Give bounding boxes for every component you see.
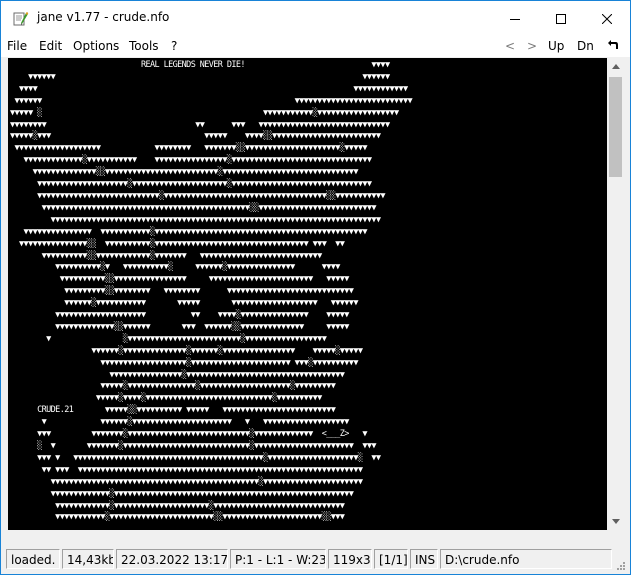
minimize-icon	[510, 9, 520, 28]
close-icon	[601, 9, 613, 28]
status-state: loaded.	[6, 549, 60, 569]
nav-down-button[interactable]: Dn	[577, 39, 594, 53]
maximize-button[interactable]	[538, 1, 584, 35]
menu-options[interactable]: Options	[73, 39, 119, 53]
status-page: [1/1]	[374, 549, 408, 569]
status-bar: loaded. 14,43kb 22.03.2022 13:17:22 P:1 …	[6, 549, 626, 571]
scroll-up-icon[interactable]	[607, 58, 624, 75]
nav-up-button[interactable]: Up	[548, 39, 564, 53]
title-bar[interactable]: jane v1.77 - crude.nfo	[1, 1, 630, 35]
menu-edit[interactable]: Edit	[39, 39, 62, 53]
jane-app-icon[interactable]	[13, 11, 29, 27]
menu-file[interactable]: File	[7, 39, 27, 53]
menu-tools[interactable]: Tools	[129, 39, 159, 53]
nfo-ascii-art: REAL LEGENDS NEVER DIE! ▼▼▼▼ ▼▼▼▼▼▼ ▼▼▼▼…	[10, 60, 413, 523]
status-datetime: 22.03.2022 13:17:22	[116, 549, 228, 569]
nav-back-icon[interactable]	[607, 39, 619, 54]
status-dimensions: 119x39	[328, 549, 372, 569]
scrollbar-thumb[interactable]	[609, 77, 622, 177]
status-mode: INS	[410, 549, 438, 569]
close-button[interactable]	[584, 1, 630, 35]
status-position: P:1 - L:1 - W:234	[230, 549, 326, 569]
text-editor[interactable]: REAL LEGENDS NEVER DIE! ▼▼▼▼ ▼▼▼▼▼▼ ▼▼▼▼…	[8, 58, 607, 530]
maximize-icon	[556, 9, 566, 28]
vertical-scrollbar[interactable]	[607, 58, 624, 530]
status-file-size: 14,43kb	[62, 549, 114, 569]
nav-prev-button[interactable]: <	[505, 39, 515, 53]
menu-help[interactable]: ?	[171, 39, 177, 53]
scroll-down-icon[interactable]	[607, 513, 624, 530]
window-title: jane v1.77 - crude.nfo	[37, 10, 170, 24]
minimize-button[interactable]	[492, 1, 538, 35]
menu-bar: File Edit Options Tools ? < > Up Dn	[1, 35, 630, 57]
resize-grip-icon[interactable]	[614, 558, 626, 570]
app-window: jane v1.77 - crude.nfo File Edit Options…	[0, 0, 631, 575]
status-path: D:\crude.nfo	[440, 549, 612, 569]
nav-next-button[interactable]: >	[527, 39, 537, 53]
